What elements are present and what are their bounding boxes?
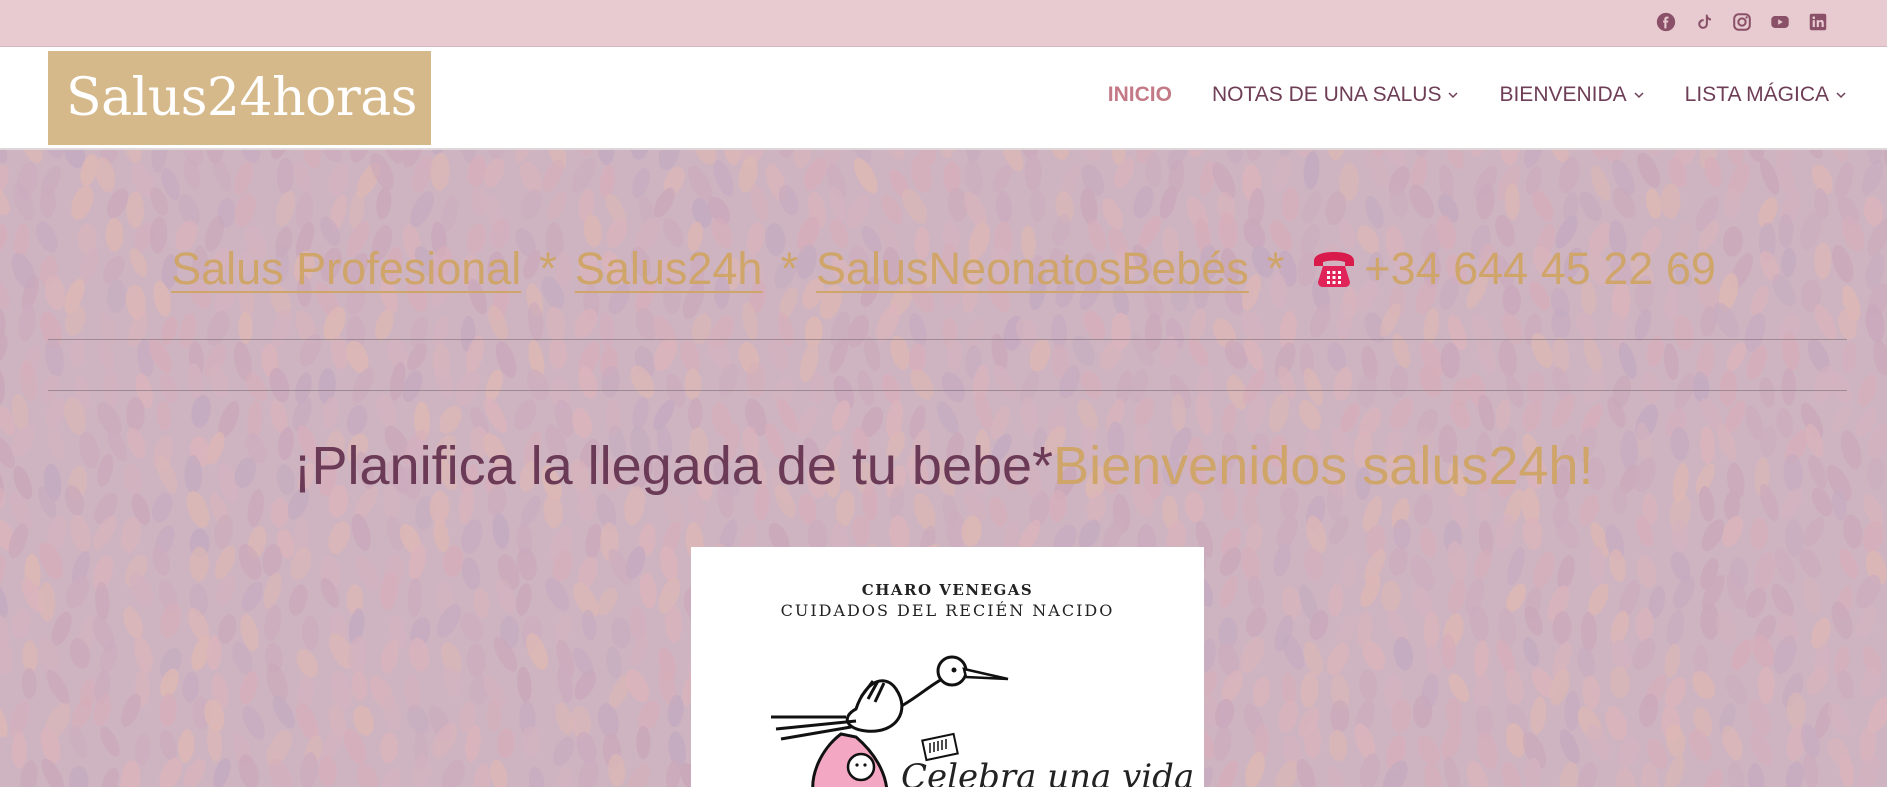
linkedin-icon[interactable] (1807, 11, 1829, 33)
page-headline: ¡Planifica la llegada de tu bebe*Bienven… (0, 435, 1887, 497)
headline-part2: Bienvenidos salus24h! (1053, 436, 1594, 496)
social-links (1655, 11, 1829, 33)
top-bar (0, 0, 1887, 47)
separator: * (539, 243, 557, 294)
link-salus24h[interactable]: Salus24h (575, 243, 763, 295)
instagram-icon[interactable] (1731, 11, 1753, 33)
link-salus-profesional[interactable]: Salus Profesional (171, 243, 521, 295)
tiktok-icon[interactable] (1693, 11, 1715, 33)
nav-item-lista-magica[interactable]: LISTA MÁGICA (1685, 83, 1847, 107)
site-header: Salus24horas INICIO NOTAS DE UNA SALUS B… (0, 47, 1887, 150)
poster-subtitle: CUIDADOS DEL RECIÉN NACIDO (780, 601, 1115, 620)
nav-item-notas[interactable]: NOTAS DE UNA SALUS (1212, 83, 1460, 107)
hero-section: Salus Profesional * Salus24h * SalusNeon… (0, 150, 1887, 787)
promo-poster-image: CHARO VENEGAS CUIDADOS DEL RECIÉN NACIDO… (691, 547, 1204, 787)
main-nav: INICIO NOTAS DE UNA SALUS BIENVENIDA LIS… (1068, 83, 1847, 107)
nav-item-label: LISTA MÁGICA (1684, 83, 1829, 106)
chevron-down-icon (1448, 92, 1458, 99)
chevron-down-icon (1634, 92, 1644, 99)
nav-item-label: BIENVENIDA (1499, 83, 1627, 106)
nav-item-label: INICIO (1107, 83, 1172, 106)
headline-part1: ¡Planifica la llegada de tu bebe* (293, 436, 1054, 496)
separator: * (1266, 243, 1285, 294)
poster-name: CHARO VENEGAS (861, 581, 1034, 599)
site-logo[interactable]: Salus24horas (48, 51, 431, 145)
chevron-down-icon (1836, 92, 1846, 99)
poster-script-text: Celebra una vida (901, 757, 1195, 787)
service-links: Salus Profesional * Salus24h * SalusNeon… (0, 243, 1887, 295)
nav-item-bienvenida[interactable]: BIENVENIDA (1499, 83, 1644, 107)
phone-number[interactable]: +34 644 45 22 69 (1364, 243, 1716, 295)
facebook-icon[interactable] (1655, 11, 1677, 33)
divider (48, 339, 1847, 340)
separator: * (780, 243, 798, 294)
nav-item-inicio[interactable]: INICIO (1108, 83, 1172, 107)
nav-item-label: NOTAS DE UNA SALUS (1211, 83, 1442, 106)
telephone-icon (1314, 252, 1355, 287)
youtube-icon[interactable] (1769, 11, 1791, 33)
link-salus-neonatos[interactable]: SalusNeonatosBebés (816, 243, 1249, 295)
divider (48, 390, 1847, 391)
